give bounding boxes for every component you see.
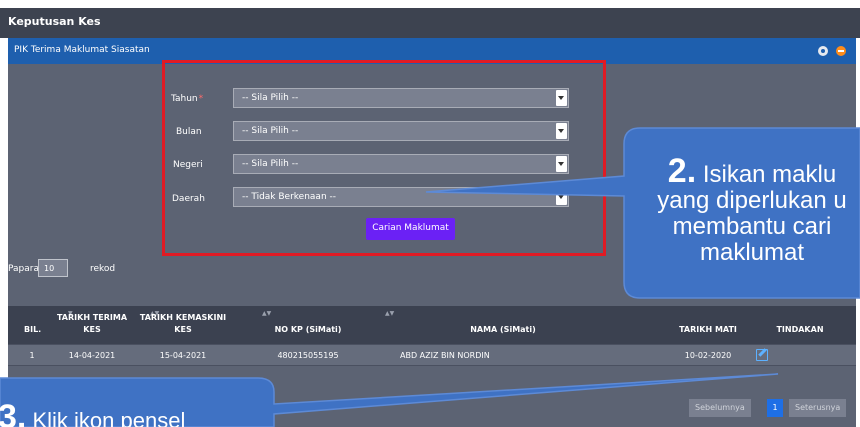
callout-3-text: 3. Klik ikon pensel [0,398,186,427]
callout-3-shape [0,373,779,427]
